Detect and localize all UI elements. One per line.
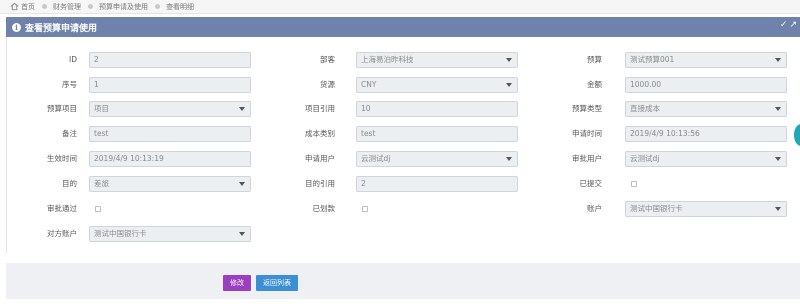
- apply-time-label: 申请时间: [572, 129, 602, 138]
- cost-category-field[interactable]: test: [356, 126, 518, 142]
- approve-user-label: 审批用户: [572, 154, 602, 163]
- budget-select[interactable]: 测试预算001: [625, 52, 787, 68]
- chevron-down-icon: [239, 182, 245, 186]
- effective-time-label: 生效时间: [47, 154, 77, 163]
- collapse-icon[interactable]: ✓: [780, 20, 788, 30]
- serial-field[interactable]: 1: [89, 77, 251, 93]
- amount-label: 金额: [587, 80, 602, 89]
- chevron-down-icon: [506, 83, 512, 87]
- form-footer: [6, 263, 800, 299]
- chevron-down-icon: [506, 58, 512, 62]
- chevron-down-icon: [775, 107, 781, 111]
- detail-form: ID 2 部客 上海易泊昨科技 预算 测试预算001 序号 1 货源 CNY 金…: [6, 37, 800, 253]
- cost-category-label: 成本类别: [305, 129, 335, 138]
- budget-type-value: 直接成本: [630, 104, 660, 113]
- apply-time-value: 2019/4/9 10:13:56: [630, 129, 700, 138]
- budget-value: 测试预算001: [630, 55, 675, 64]
- counterparty-select[interactable]: 测试中国银行卡: [89, 226, 251, 242]
- apply-time-field[interactable]: 2019/4/9 10:13:56: [625, 126, 787, 142]
- purpose-value: 差旅: [94, 179, 109, 188]
- budget-item-value: 项目: [94, 104, 109, 113]
- purpose-label: 目的: [62, 179, 77, 188]
- submitted-checkbox[interactable]: [631, 181, 637, 187]
- chevron-down-icon: [239, 232, 245, 236]
- counterparty-value: 测试中国银行卡: [94, 229, 147, 238]
- panel-tools[interactable]: ✓ ↗: [780, 20, 797, 30]
- breadcrumb-home[interactable]: 首页: [10, 2, 35, 12]
- currency-value: CNY: [361, 80, 377, 89]
- breadcrumb: 首页 财务管理 预算申请及使用 查看明细: [0, 0, 800, 14]
- remark-label: 备注: [62, 129, 77, 138]
- purpose-select[interactable]: 差旅: [89, 176, 251, 192]
- account-select[interactable]: 测试中国银行卡: [625, 201, 787, 217]
- chevron-down-icon: [775, 157, 781, 161]
- account-label: 账户: [587, 204, 602, 213]
- id-label: ID: [69, 55, 77, 64]
- purpose-ref-label: 目的引用: [305, 179, 335, 188]
- apply-user-select[interactable]: 云测试dj: [356, 151, 518, 167]
- breadcrumb-home-label: 首页: [21, 2, 35, 11]
- amount-field[interactable]: 1000.00: [625, 77, 787, 93]
- budget-item-select[interactable]: 项目: [89, 101, 251, 117]
- approve-user-select[interactable]: 云测试dj: [625, 151, 787, 167]
- apply-user-label: 申请用户: [305, 154, 335, 163]
- edit-button[interactable]: 修改: [223, 275, 251, 291]
- serial-value: 1: [94, 80, 99, 89]
- remark-field[interactable]: test: [89, 126, 251, 142]
- currency-label: 货源: [320, 80, 335, 89]
- panel-header: i 查看预算申请使用 ✓ ↗: [6, 17, 800, 37]
- effective-time-value: 2019/4/9 10:13:19: [94, 154, 164, 163]
- customer-label: 部客: [320, 55, 335, 64]
- customer-value: 上海易泊昨科技: [361, 55, 414, 64]
- back-to-list-button[interactable]: 返回列表: [256, 275, 298, 291]
- budget-type-select[interactable]: 直接成本: [625, 101, 787, 117]
- apply-user-value: 云测试dj: [361, 154, 391, 163]
- chevron-down-icon: [775, 58, 781, 62]
- chevron-down-icon: [506, 157, 512, 161]
- info-icon: i: [12, 22, 21, 32]
- item-ref-field[interactable]: 10: [356, 101, 518, 117]
- approved-checkbox[interactable]: [95, 206, 101, 212]
- budget-type-label: 预算类型: [572, 104, 602, 113]
- approve-user-value: 云测试dj: [630, 154, 660, 163]
- id-field[interactable]: 2: [89, 52, 251, 68]
- submitted-label: 已提交: [579, 179, 603, 188]
- budget-item-label: 预算项目: [47, 104, 77, 113]
- approved-label: 审批通过: [47, 204, 77, 213]
- id-value: 2: [94, 55, 99, 64]
- counterparty-label: 对方账户: [47, 229, 77, 238]
- cost-category-value: test: [361, 129, 376, 138]
- purpose-ref-value: 2: [361, 179, 366, 188]
- serial-label: 序号: [62, 80, 77, 89]
- budget-label: 预算: [587, 55, 602, 64]
- breadcrumb-finance[interactable]: 财务管理: [35, 2, 81, 12]
- chevron-down-icon: [239, 107, 245, 111]
- page-title: 查看预算申请使用: [25, 23, 98, 34]
- transferred-label: 已划款: [312, 204, 336, 213]
- item-ref-value: 10: [361, 104, 371, 113]
- account-value: 测试中国银行卡: [630, 204, 683, 213]
- breadcrumb-budget-usage[interactable]: 预算申请及使用: [81, 2, 148, 12]
- purpose-ref-field[interactable]: 2: [356, 176, 518, 192]
- effective-time-field[interactable]: 2019/4/9 10:13:19: [89, 151, 251, 167]
- remark-value: test: [94, 129, 109, 138]
- chevron-down-icon: [775, 207, 781, 211]
- breadcrumb-view-detail: 查看明细: [148, 2, 194, 12]
- currency-select[interactable]: CNY: [356, 77, 518, 93]
- home-icon: [10, 2, 19, 11]
- transferred-checkbox[interactable]: [362, 206, 368, 212]
- amount-value: 1000.00: [630, 80, 662, 89]
- customer-select[interactable]: 上海易泊昨科技: [356, 52, 518, 68]
- expand-icon[interactable]: ↗: [789, 20, 797, 30]
- item-ref-label: 项目引用: [305, 104, 335, 113]
